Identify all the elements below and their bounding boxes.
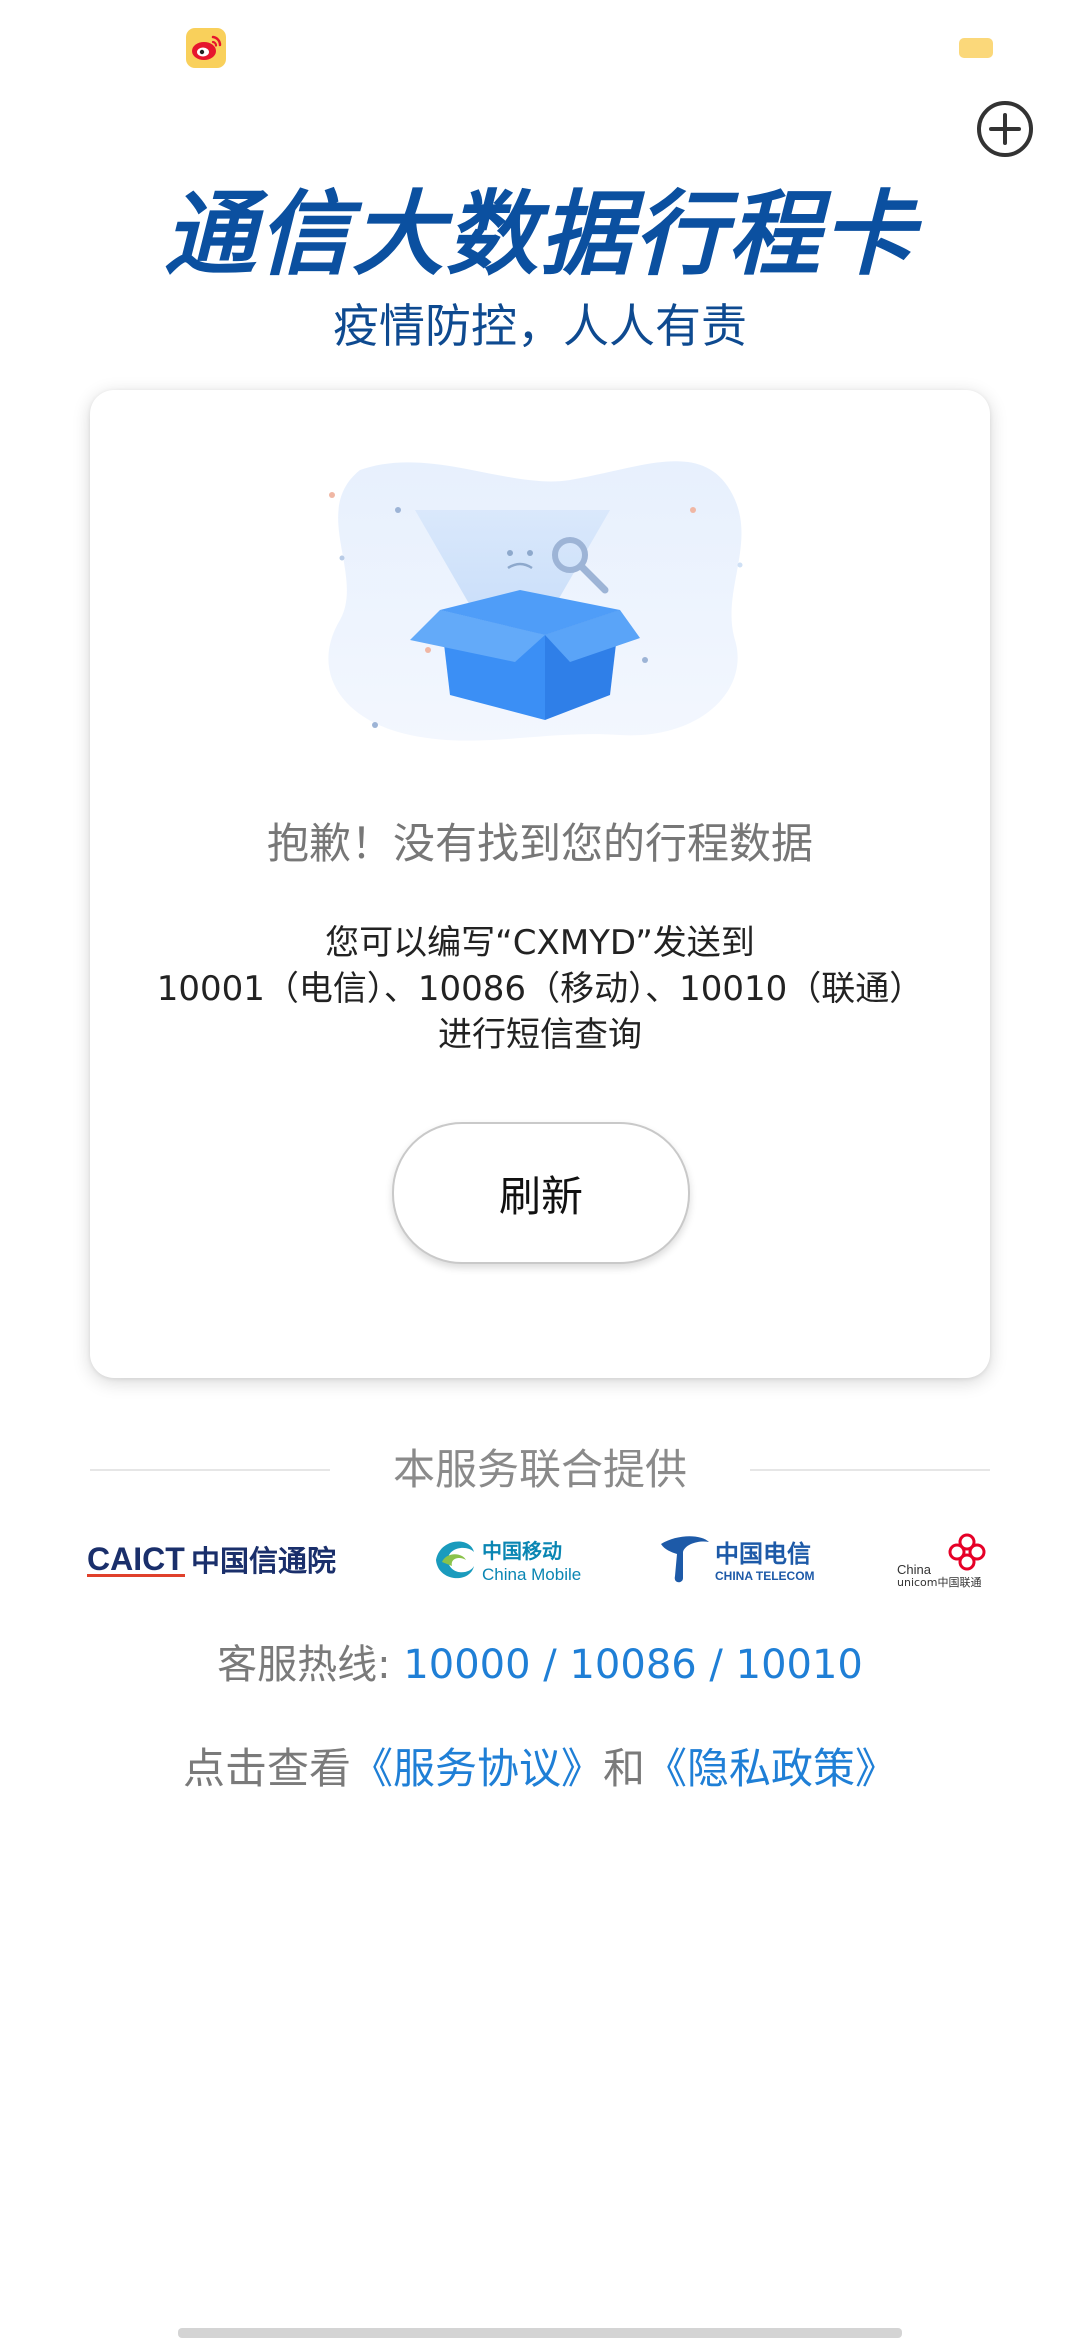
refresh-button[interactable]: 刷新 (392, 1122, 690, 1264)
provider-section-header: 本服务联合提供 (90, 1440, 990, 1500)
page-subtitle: 疫情防控，人人有责 (333, 299, 747, 353)
hint-line-1: 您可以编写“CXMYD”发送到 (325, 923, 755, 963)
agreements-conjunction: 和 (603, 1744, 646, 1793)
agreements-prefix: 点击查看 (182, 1744, 351, 1793)
svg-text:China Mobile: China Mobile (482, 1565, 581, 1584)
svg-text:CHINA TELECOM: CHINA TELECOM (715, 1569, 815, 1583)
svg-text:中国信通院: 中国信通院 (191, 1544, 336, 1578)
hint-line-3: 进行短信查询 (438, 1015, 642, 1055)
empty-box-illustration (328, 461, 743, 741)
battery-icon (959, 38, 993, 58)
no-data-message: 抱歉！没有找到您的行程数据 (266, 819, 813, 868)
caict-logo: CAICT 中国信通院 (87, 1541, 336, 1578)
plus-circle-icon[interactable] (976, 100, 1034, 158)
provider-logos: CAICT 中国信通院 中国移动 China Mobile 中国电信 CHINA… (85, 1530, 1005, 1590)
svg-text:中国电信: 中国电信 (715, 1540, 811, 1568)
status-bar (0, 0, 1080, 90)
svg-text:CAICT: CAICT (87, 1541, 185, 1577)
agreements-line: 点击查看《服务协议》和《隐私政策》 (0, 1735, 1080, 1796)
svg-text:China: China (897, 1562, 932, 1577)
service-agreement-link[interactable]: 《服务协议》 (351, 1744, 603, 1793)
weibo-icon (186, 28, 226, 68)
china-mobile-logo: 中国移动 China Mobile (436, 1539, 581, 1584)
china-unicom-logo: China unicom中国联通 (897, 1533, 986, 1589)
divider-right (750, 1469, 990, 1471)
svg-text:中国移动: 中国移动 (482, 1539, 562, 1563)
home-indicator[interactable] (178, 2328, 902, 2338)
sms-query-hint: 您可以编写“CXMYD”发送到 10001（电信）、10086（移动）、1001… (90, 920, 990, 1058)
svg-text:unicom中国联通: unicom中国联通 (897, 1576, 982, 1589)
china-telecom-logo: 中国电信 CHINA TELECOM (661, 1536, 815, 1583)
result-card: 抱歉！没有找到您的行程数据 您可以编写“CXMYD”发送到 10001（电信）、… (90, 390, 990, 1378)
hotline-numbers[interactable]: 10000 / 10086 / 10010 (403, 1642, 863, 1688)
hotline-label: 客服热线: (217, 1642, 404, 1688)
privacy-policy-link[interactable]: 《隐私政策》 (645, 1744, 897, 1793)
hint-line-2: 10001（电信）、10086（移动）、10010（联通） (156, 969, 924, 1009)
page: 通信大数据行程卡 疫情防控，人人有责 抱歉！没有找到您的行程数据 您可以编写“C… (0, 0, 1080, 2340)
customer-hotline: 客服热线: 10000 / 10086 / 10010 (0, 1632, 1080, 1690)
page-title: 通信大数据行程卡 (163, 184, 916, 286)
